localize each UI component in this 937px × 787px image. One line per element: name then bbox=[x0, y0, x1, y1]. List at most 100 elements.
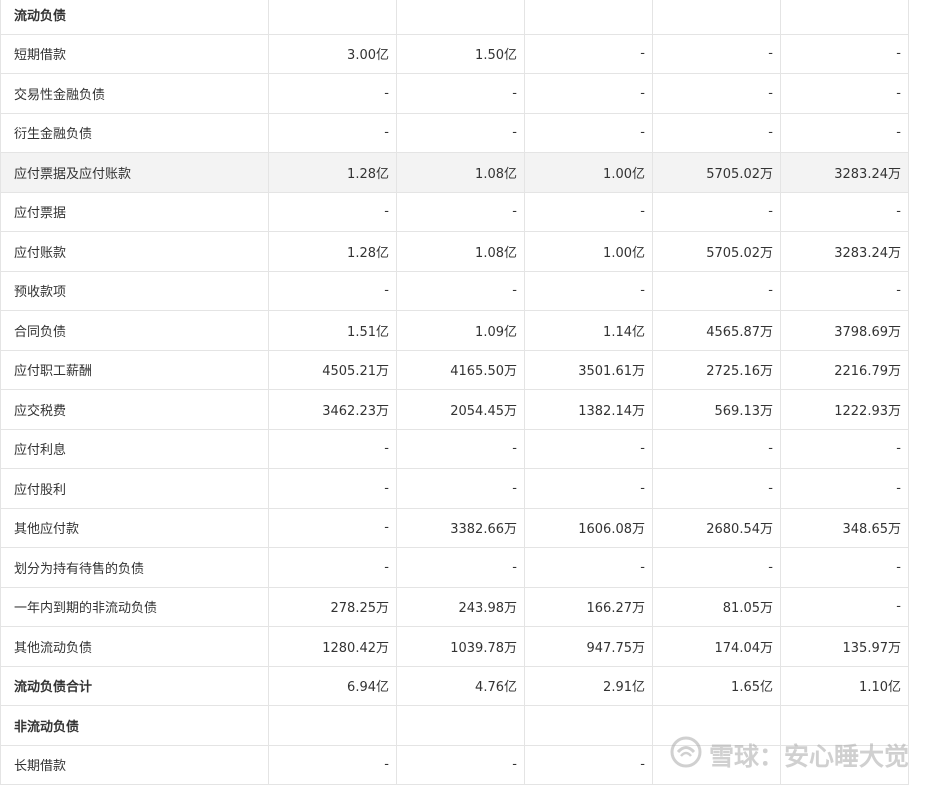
table-cell: - bbox=[268, 428, 397, 469]
row-label: 长期借款 bbox=[0, 744, 269, 785]
table-cell: 3382.66万 bbox=[396, 507, 525, 548]
row-label: 一年内到期的非流动负债 bbox=[0, 586, 269, 627]
row-label: 流动负债 bbox=[0, 0, 269, 35]
table-row-total: 流动负债合计 6.94亿 4.76亿 2.91亿 1.65亿 1.10亿 bbox=[0, 665, 909, 706]
table-cell: - bbox=[524, 191, 653, 232]
table-cell: 1.28亿 bbox=[268, 152, 397, 193]
table-cell: 3.00亿 bbox=[268, 33, 397, 74]
row-label: 衍生金融负债 bbox=[0, 112, 269, 153]
table-cell: 5705.02万 bbox=[652, 231, 781, 272]
table-cell: - bbox=[396, 73, 525, 114]
row-label: 应付职工薪酬 bbox=[0, 349, 269, 390]
table-row: 应付利息 - - - - - bbox=[0, 428, 909, 469]
table-cell: 569.13万 bbox=[652, 389, 781, 430]
table-cell: 4565.87万 bbox=[652, 310, 781, 351]
table-row: 划分为持有待售的负债 - - - - - bbox=[0, 547, 909, 588]
table-cell: - bbox=[396, 744, 525, 785]
table-cell: - bbox=[396, 428, 525, 469]
table-cell: - bbox=[780, 33, 909, 74]
table-row-hovered[interactable]: 应付票据及应付账款 1.28亿 1.08亿 1.00亿 5705.02万 328… bbox=[0, 152, 909, 193]
table-cell: - bbox=[268, 270, 397, 311]
table-cell: 3283.24万 bbox=[780, 152, 909, 193]
table-cell bbox=[652, 744, 781, 785]
table-cell: 1.00亿 bbox=[524, 152, 653, 193]
table-cell: 1.50亿 bbox=[396, 33, 525, 74]
table-row: 其他流动负债 1280.42万 1039.78万 947.75万 174.04万… bbox=[0, 626, 909, 667]
table-row: 一年内到期的非流动负债 278.25万 243.98万 166.27万 81.0… bbox=[0, 586, 909, 627]
table-cell bbox=[396, 0, 525, 35]
row-label: 划分为持有待售的负债 bbox=[0, 547, 269, 588]
table-cell: - bbox=[652, 112, 781, 153]
table-row: 应付股利 - - - - - bbox=[0, 468, 909, 509]
table-cell bbox=[524, 0, 653, 35]
table-cell: 1.14亿 bbox=[524, 310, 653, 351]
table-cell bbox=[780, 0, 909, 35]
row-label: 预收款项 bbox=[0, 270, 269, 311]
table-cell: - bbox=[780, 191, 909, 232]
table-row: 流动负债 bbox=[0, 0, 909, 35]
table-cell: - bbox=[396, 191, 525, 232]
table-cell: 1.28亿 bbox=[268, 231, 397, 272]
table-cell bbox=[268, 705, 397, 746]
table-row: 应付票据 - - - - - bbox=[0, 191, 909, 232]
table-cell: - bbox=[524, 33, 653, 74]
row-label: 交易性金融负债 bbox=[0, 73, 269, 114]
row-label: 应付票据及应付账款 bbox=[0, 152, 269, 193]
table-cell: 3798.69万 bbox=[780, 310, 909, 351]
table-cell: 348.65万 bbox=[780, 507, 909, 548]
table-cell: 6.94亿 bbox=[268, 665, 397, 706]
table-row: 预收款项 - - - - - bbox=[0, 270, 909, 311]
table-cell: 1.51亿 bbox=[268, 310, 397, 351]
table-row-section: 非流动负债 bbox=[0, 705, 909, 746]
table-cell: - bbox=[524, 744, 653, 785]
table-cell bbox=[780, 705, 909, 746]
table-cell: - bbox=[268, 547, 397, 588]
row-label: 应付股利 bbox=[0, 468, 269, 509]
table-cell: - bbox=[268, 112, 397, 153]
table-cell: - bbox=[268, 507, 397, 548]
table-cell: 1.08亿 bbox=[396, 152, 525, 193]
table-cell: - bbox=[780, 547, 909, 588]
table-cell: 4165.50万 bbox=[396, 349, 525, 390]
table-cell: - bbox=[652, 191, 781, 232]
table-cell: 2216.79万 bbox=[780, 349, 909, 390]
table-cell: 1382.14万 bbox=[524, 389, 653, 430]
table-cell: - bbox=[652, 468, 781, 509]
table-cell bbox=[780, 744, 909, 785]
table-row: 合同负债 1.51亿 1.09亿 1.14亿 4565.87万 3798.69万 bbox=[0, 310, 909, 351]
screenshot-root: 流动负债 短期借款 3.00亿 1.50亿 - - - 交易性金融负债 - - … bbox=[0, 0, 937, 787]
table-row: 应交税费 3462.23万 2054.45万 1382.14万 569.13万 … bbox=[0, 389, 909, 430]
table-cell: 1.09亿 bbox=[396, 310, 525, 351]
table-cell bbox=[652, 705, 781, 746]
table-row: 应付账款 1.28亿 1.08亿 1.00亿 5705.02万 3283.24万 bbox=[0, 231, 909, 272]
table-cell: - bbox=[396, 468, 525, 509]
table-cell: - bbox=[268, 468, 397, 509]
table-cell: 81.05万 bbox=[652, 586, 781, 627]
table-cell: 166.27万 bbox=[524, 586, 653, 627]
table-cell: 1039.78万 bbox=[396, 626, 525, 667]
table-cell: 2054.45万 bbox=[396, 389, 525, 430]
table-cell bbox=[396, 705, 525, 746]
table-cell: 5705.02万 bbox=[652, 152, 781, 193]
row-label: 应交税费 bbox=[0, 389, 269, 430]
table-cell bbox=[524, 705, 653, 746]
row-label: 其他流动负债 bbox=[0, 626, 269, 667]
table-cell: - bbox=[396, 547, 525, 588]
table-row: 其他应付款 - 3382.66万 1606.08万 2680.54万 348.6… bbox=[0, 507, 909, 548]
table-cell: 2.91亿 bbox=[524, 665, 653, 706]
table-cell: - bbox=[396, 112, 525, 153]
row-label: 非流动负债 bbox=[0, 705, 269, 746]
row-label: 其他应付款 bbox=[0, 507, 269, 548]
row-label: 合同负债 bbox=[0, 310, 269, 351]
table-cell: 1.00亿 bbox=[524, 231, 653, 272]
table-cell: 2725.16万 bbox=[652, 349, 781, 390]
table-cell: - bbox=[652, 547, 781, 588]
table-cell: - bbox=[652, 428, 781, 469]
table-cell: - bbox=[780, 270, 909, 311]
table-row: 应付职工薪酬 4505.21万 4165.50万 3501.61万 2725.1… bbox=[0, 349, 909, 390]
table-cell: 243.98万 bbox=[396, 586, 525, 627]
table-cell: - bbox=[396, 270, 525, 311]
table-cell: - bbox=[780, 586, 909, 627]
table-cell: - bbox=[268, 191, 397, 232]
table-cell: - bbox=[524, 112, 653, 153]
